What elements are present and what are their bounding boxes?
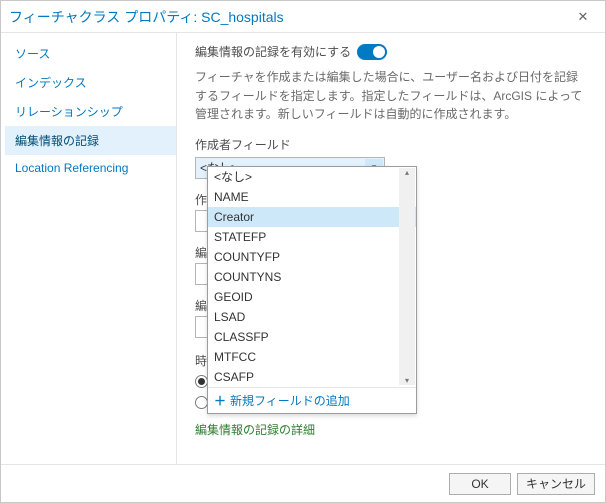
- dropdown-item[interactable]: NAME: [208, 187, 416, 207]
- ok-button[interactable]: OK: [449, 473, 511, 495]
- sidebar-item-location-referencing[interactable]: Location Referencing: [5, 155, 176, 181]
- dialog-title: フィーチャクラス プロパティ: SC_hospitals: [9, 7, 569, 27]
- enable-tracking-row: 編集情報の記録を有効にする: [195, 43, 591, 60]
- creator-field-dropdown: <なし>NAMECreatorSTATEFPCOUNTYFPCOUNTYNSGE…: [207, 166, 417, 414]
- dialog-window: フィーチャクラス プロパティ: SC_hospitals ✕ ソース インデック…: [0, 0, 606, 503]
- tracking-details-link[interactable]: 編集情報の記録の詳細: [195, 421, 315, 438]
- dropdown-add-field[interactable]: ＋ 新規フィールドの追加: [208, 387, 416, 413]
- scroll-down-icon[interactable]: ▾: [399, 376, 415, 385]
- plus-icon: ＋: [214, 392, 226, 409]
- cancel-button[interactable]: キャンセル: [517, 473, 595, 495]
- sidebar-item-editor-tracking[interactable]: 編集情報の記録: [5, 126, 176, 155]
- sidebar-item-relationship[interactable]: リレーションシップ: [5, 97, 176, 126]
- dropdown-scrollbar[interactable]: ▴ ▾: [399, 168, 415, 385]
- sidebar-item-source[interactable]: ソース: [5, 39, 176, 68]
- footer: OK キャンセル: [1, 464, 605, 502]
- titlebar: フィーチャクラス プロパティ: SC_hospitals ✕: [1, 1, 605, 33]
- dropdown-item[interactable]: STATEFP: [208, 227, 416, 247]
- creator-field-label: 作成者フィールド: [195, 136, 591, 153]
- sidebar-item-index[interactable]: インデックス: [5, 68, 176, 97]
- close-icon[interactable]: ✕: [569, 9, 597, 25]
- tracking-description: フィーチャを作成または編集した場合に、ユーザー名および日付を記録するフィールドを…: [195, 68, 591, 124]
- sidebar: ソース インデックス リレーションシップ 編集情報の記録 Location Re…: [1, 33, 177, 464]
- dropdown-list[interactable]: <なし>NAMECreatorSTATEFPCOUNTYFPCOUNTYNSGE…: [208, 167, 416, 387]
- dropdown-item[interactable]: COUNTYFP: [208, 247, 416, 267]
- dropdown-item[interactable]: <なし>: [208, 167, 416, 187]
- dropdown-item[interactable]: LSAD: [208, 307, 416, 327]
- enable-tracking-toggle[interactable]: [357, 44, 387, 60]
- dropdown-item[interactable]: CLASSFP: [208, 327, 416, 347]
- dropdown-add-label: 新規フィールドの追加: [230, 392, 350, 409]
- enable-tracking-label: 編集情報の記録を有効にする: [195, 43, 351, 60]
- dropdown-item[interactable]: Creator: [208, 207, 416, 227]
- dropdown-item[interactable]: COUNTYNS: [208, 267, 416, 287]
- scroll-up-icon[interactable]: ▴: [399, 168, 415, 177]
- dropdown-item[interactable]: GEOID: [208, 287, 416, 307]
- body: ソース インデックス リレーションシップ 編集情報の記録 Location Re…: [1, 33, 605, 464]
- dropdown-item[interactable]: CSAFP: [208, 367, 416, 387]
- dropdown-item[interactable]: MTFCC: [208, 347, 416, 367]
